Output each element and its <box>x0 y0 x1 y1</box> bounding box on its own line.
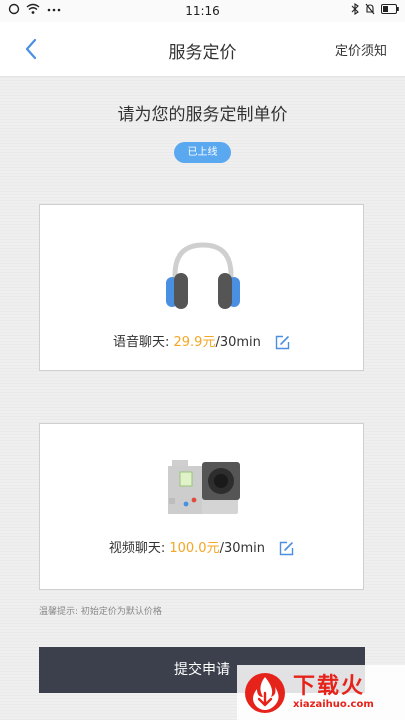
voice-chat-card: 语音聊天: 29.9元/30min <box>39 204 364 371</box>
watermark-text: 下载火 xiazaihuo.com <box>293 674 374 711</box>
camera-icon <box>168 460 240 514</box>
voice-label: 语音聊天: <box>112 335 170 350</box>
watermark-logo: 下载火 xiazaihuo.com <box>237 665 405 720</box>
video-price-line: 视频聊天: 100.0元/30min <box>40 537 363 556</box>
battery-icon <box>381 4 399 14</box>
video-price-value: 100.0元 <box>169 541 220 556</box>
pricing-tip: 温馨提示: 初始定价为默认价格 <box>39 607 162 617</box>
bell-off-icon <box>365 3 375 15</box>
status-bar: 11:16 <box>0 0 405 22</box>
fire-logo-icon <box>245 672 285 713</box>
status-time: 11:16 <box>185 4 220 18</box>
voice-price-unit: /30min <box>215 335 261 350</box>
nav-bar: 服务定价 定价须知 <box>0 22 405 77</box>
pricing-notice-link[interactable]: 定价须知 <box>335 40 387 59</box>
status-right <box>351 3 399 15</box>
video-chat-card: 视频聊天: 100.0元/30min <box>39 423 364 590</box>
voice-price-line: 语音聊天: 29.9元/30min <box>40 331 363 350</box>
edit-icon[interactable] <box>275 335 290 350</box>
video-price-unit: /30min <box>219 541 266 556</box>
watermark-cn: 下载火 <box>293 674 366 699</box>
headphones-icon <box>166 242 240 309</box>
online-status-badge: 已上线 <box>174 142 231 163</box>
video-label: 视频聊天: <box>108 541 166 556</box>
section-heading: 请为您的服务定制单价 <box>117 105 288 125</box>
watermark-en: xiazaihuo.com <box>293 699 374 710</box>
bluetooth-icon <box>351 3 359 15</box>
voice-price-value: 29.9元 <box>173 335 216 350</box>
edit-icon[interactable] <box>279 541 294 556</box>
